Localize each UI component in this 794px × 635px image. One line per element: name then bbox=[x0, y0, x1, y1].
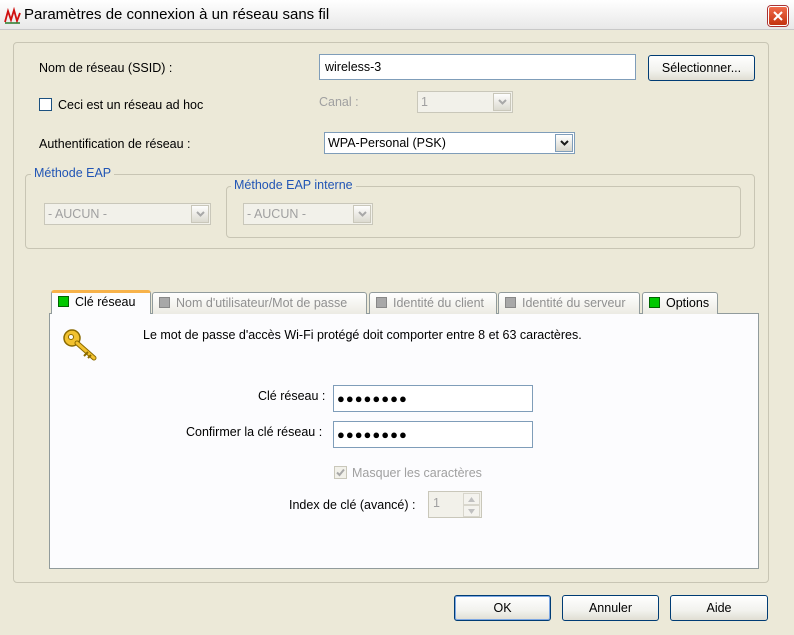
auth-select[interactable]: WPA-Personal (PSK) bbox=[324, 132, 575, 154]
chevron-down-icon bbox=[468, 509, 475, 514]
chevron-up-icon bbox=[468, 497, 475, 502]
key-index-spinner[interactable]: 1 bbox=[428, 491, 482, 518]
network-key-label: Clé réseau : bbox=[258, 389, 326, 403]
status-indicator-icon bbox=[376, 297, 387, 308]
adhoc-checkbox[interactable] bbox=[39, 98, 52, 111]
cancel-button[interactable]: Annuler bbox=[562, 595, 659, 621]
network-key-input[interactable]: ●●●●●●●● bbox=[333, 385, 533, 412]
key-index-label: Index de clé (avancé) : bbox=[289, 498, 416, 512]
status-indicator-icon bbox=[159, 297, 170, 308]
network-key-description: Le mot de passe d'accès Wi-Fi protégé do… bbox=[143, 328, 582, 342]
mask-characters-label: Masquer les caractères bbox=[352, 466, 482, 480]
confirm-key-input[interactable]: ●●●●●●●● bbox=[333, 421, 533, 448]
eap-method-value: - AUCUN - bbox=[48, 207, 108, 221]
key-index-value: 1 bbox=[433, 496, 440, 510]
channel-value: 1 bbox=[421, 95, 428, 109]
inner-eap-group-label: Méthode EAP interne bbox=[231, 178, 356, 192]
channel-select[interactable]: 1 bbox=[417, 91, 513, 113]
adhoc-label: Ceci est un réseau ad hoc bbox=[58, 98, 204, 112]
status-indicator-icon bbox=[505, 297, 516, 308]
chevron-down-icon bbox=[493, 93, 511, 111]
close-button[interactable] bbox=[768, 6, 788, 26]
tab-label: Identité du serveur bbox=[522, 296, 626, 310]
select-ssid-button[interactable]: Sélectionner... bbox=[648, 55, 755, 81]
window-title: Paramètres de connexion à un réseau sans… bbox=[24, 6, 330, 23]
eap-method-select[interactable]: - AUCUN - bbox=[44, 203, 211, 225]
status-indicator-icon bbox=[58, 296, 69, 307]
close-icon bbox=[773, 11, 783, 21]
ssid-input[interactable]: wireless-3 bbox=[319, 54, 636, 80]
tab-network-key[interactable]: Clé réseau bbox=[51, 290, 151, 314]
title-bar: Paramètres de connexion à un réseau sans… bbox=[0, 0, 794, 30]
chevron-down-icon bbox=[555, 134, 573, 152]
auth-value: WPA-Personal (PSK) bbox=[328, 136, 446, 150]
spin-up-button[interactable] bbox=[463, 493, 480, 505]
eap-group-label: Méthode EAP bbox=[31, 166, 115, 180]
spin-down-button[interactable] bbox=[463, 505, 480, 517]
tab-label: Options bbox=[666, 296, 710, 310]
ok-button[interactable]: OK bbox=[454, 595, 551, 621]
tab-options[interactable]: Options bbox=[642, 292, 718, 314]
auth-label: Authentification de réseau : bbox=[39, 137, 191, 151]
ssid-label: Nom de réseau (SSID) : bbox=[39, 61, 173, 75]
tab-client-identity[interactable]: Identité du client bbox=[369, 292, 497, 314]
chevron-down-icon bbox=[353, 205, 371, 223]
inner-eap-value: - AUCUN - bbox=[247, 207, 307, 221]
tab-label: Clé réseau bbox=[75, 295, 136, 309]
key-icon bbox=[62, 328, 98, 365]
checkmark-icon bbox=[336, 468, 345, 477]
wireless-signal-icon bbox=[4, 6, 21, 24]
status-indicator-icon bbox=[649, 297, 660, 308]
tab-username-password[interactable]: Nom d'utilisateur/Mot de passe bbox=[152, 292, 367, 314]
confirm-key-label: Confirmer la clé réseau : bbox=[186, 425, 323, 439]
tab-server-identity[interactable]: Identité du serveur bbox=[498, 292, 640, 314]
tab-label: Identité du client bbox=[393, 296, 485, 310]
chevron-down-icon bbox=[191, 205, 209, 223]
mask-characters-checkbox[interactable] bbox=[334, 466, 347, 479]
tab-label: Nom d'utilisateur/Mot de passe bbox=[176, 296, 348, 310]
channel-label: Canal : bbox=[319, 95, 359, 109]
help-button[interactable]: Aide bbox=[670, 595, 768, 621]
inner-eap-select[interactable]: - AUCUN - bbox=[243, 203, 373, 225]
